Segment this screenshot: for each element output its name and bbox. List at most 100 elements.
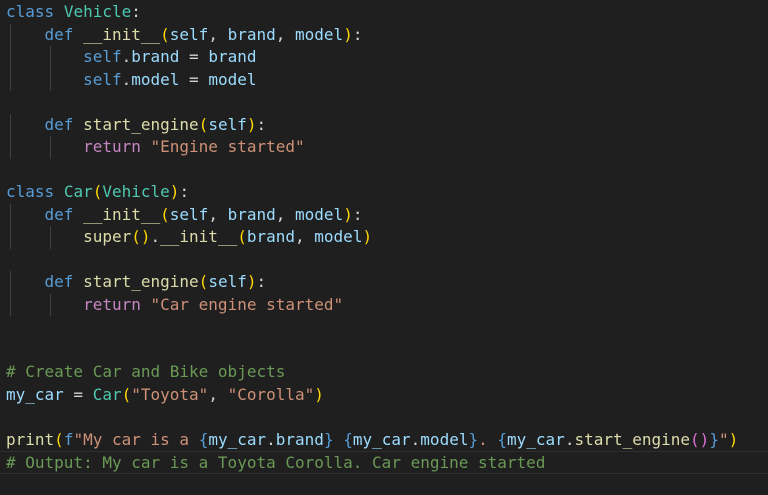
keyword-token: def bbox=[44, 24, 74, 44]
keyword-token: self bbox=[83, 69, 122, 89]
string-token: "Corolla" bbox=[227, 384, 315, 404]
code-line[interactable]: def __init__(self, brand, model): bbox=[0, 24, 768, 47]
keyword-token: { bbox=[497, 429, 508, 449]
identifier-token: self bbox=[208, 114, 247, 134]
bracket-token: ) bbox=[314, 384, 324, 404]
bracket-token: ( bbox=[160, 24, 170, 44]
code-line[interactable]: return "Car engine started" bbox=[0, 294, 768, 317]
class-name-token: Car bbox=[63, 182, 93, 201]
string-token: "Engine started" bbox=[150, 137, 305, 156]
bracket-token: ( bbox=[54, 429, 64, 449]
code-line[interactable] bbox=[0, 316, 768, 339]
identifier-token: my_car bbox=[507, 429, 565, 449]
punctuation-token: : bbox=[256, 272, 267, 291]
keyword-token: { bbox=[343, 429, 353, 449]
bracket-token: ) bbox=[362, 227, 373, 246]
punctuation-token: : bbox=[131, 2, 141, 21]
punctuation-token: , bbox=[275, 204, 296, 224]
identifier-token: model bbox=[295, 24, 344, 44]
code-line[interactable]: return "Engine started" bbox=[0, 136, 768, 159]
identifier-token: brand bbox=[275, 429, 324, 449]
punctuation-token: , bbox=[295, 227, 315, 246]
code-line[interactable]: def start_engine(self): bbox=[0, 271, 768, 294]
bracket-token: ( bbox=[198, 272, 209, 291]
function-name-token: start_engine bbox=[83, 114, 199, 134]
class-name-token: Car bbox=[92, 384, 122, 404]
code-line[interactable]: print(f"My car is a {my_car.brand} {my_c… bbox=[0, 429, 768, 452]
keyword-token: def bbox=[44, 204, 74, 224]
bracket-token: ) bbox=[343, 24, 353, 44]
string-token: . bbox=[478, 429, 498, 449]
identifier-token: brand bbox=[227, 204, 276, 224]
bracket-token: ) bbox=[728, 429, 739, 449]
string-token: "My car is a bbox=[73, 429, 199, 449]
code-line[interactable]: self.model = model bbox=[0, 69, 768, 92]
string-token: "Car engine started" bbox=[150, 294, 344, 314]
code-line[interactable]: def __init__(self, brand, model): bbox=[0, 204, 768, 227]
keyword-token: } bbox=[468, 429, 479, 449]
code-line[interactable]: class Vehicle: bbox=[0, 1, 768, 24]
code-line[interactable]: self.brand = brand bbox=[0, 46, 768, 69]
bracket-token: () bbox=[131, 227, 151, 246]
comment-token: # Create Car and Bike objects bbox=[6, 362, 286, 381]
punctuation-token: , bbox=[208, 24, 228, 44]
keyword-token: class bbox=[6, 182, 55, 201]
code-editor[interactable]: class Vehicle: def __init__(self, brand,… bbox=[0, 0, 768, 495]
identifier-token: my_car bbox=[208, 429, 267, 449]
punctuation-token: , bbox=[275, 24, 296, 44]
code-line[interactable] bbox=[0, 249, 768, 272]
bracket-token: ( bbox=[237, 227, 247, 246]
control-keyword-token: return bbox=[83, 294, 141, 314]
bracket-token: () bbox=[690, 429, 710, 449]
identifier-token: model bbox=[208, 69, 257, 89]
code-line[interactable] bbox=[0, 91, 768, 114]
identifier-token: model bbox=[295, 204, 344, 224]
identifier-token: brand bbox=[131, 47, 180, 66]
punctuation-token: . bbox=[410, 429, 421, 449]
code-line[interactable] bbox=[0, 159, 768, 182]
identifier-token: brand bbox=[246, 227, 296, 246]
whitespace-token: = bbox=[179, 47, 209, 66]
whitespace-token: = bbox=[179, 69, 209, 89]
function-name-token: super bbox=[83, 227, 132, 246]
code-line[interactable]: class Car(Vehicle): bbox=[0, 181, 768, 204]
identifier-token: my_car bbox=[352, 429, 411, 449]
identifier-token: brand bbox=[208, 47, 257, 66]
keyword-token: def bbox=[44, 114, 74, 134]
function-name-token: __init__ bbox=[160, 227, 238, 246]
identifier-token: self bbox=[169, 204, 209, 224]
code-line[interactable] bbox=[0, 406, 768, 429]
keyword-token: } bbox=[709, 429, 719, 449]
identifier-token: model bbox=[314, 227, 363, 246]
function-name-token: __init__ bbox=[83, 24, 161, 44]
punctuation-token: . bbox=[121, 69, 132, 89]
code-line[interactable] bbox=[0, 339, 768, 362]
code-line[interactable]: # Create Car and Bike objects bbox=[0, 361, 768, 384]
punctuation-token: : bbox=[256, 114, 267, 134]
punctuation-token: : bbox=[179, 182, 190, 201]
identifier-token: self bbox=[169, 24, 209, 44]
function-name-token: start_engine bbox=[574, 429, 691, 449]
bracket-token: ( bbox=[121, 384, 132, 404]
control-keyword-token: return bbox=[83, 137, 141, 156]
code-line[interactable]: my_car = Car("Toyota", "Corolla") bbox=[0, 384, 768, 407]
code-line-current[interactable]: # Output: My car is a Toyota Corolla. Ca… bbox=[0, 451, 768, 474]
identifier-token: self bbox=[208, 272, 247, 291]
bracket-token: ( bbox=[160, 204, 170, 224]
bracket-token: ) bbox=[343, 204, 353, 224]
code-line[interactable]: def start_engine(self): bbox=[0, 114, 768, 137]
class-name-token: Vehicle bbox=[63, 2, 132, 21]
keyword-token: self bbox=[83, 47, 122, 66]
code-line[interactable]: super().__init__(brand, model) bbox=[0, 226, 768, 249]
